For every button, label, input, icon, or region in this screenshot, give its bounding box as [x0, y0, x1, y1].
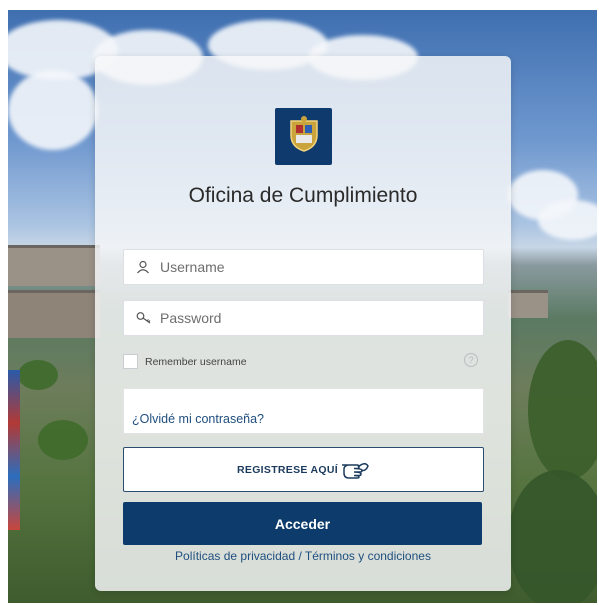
question-circle-icon[interactable]: ? [464, 353, 478, 367]
password-input[interactable] [158, 309, 462, 327]
forgot-password-link[interactable]: ¿Olvidé mi contraseña? [132, 412, 264, 426]
password-field[interactable] [123, 300, 484, 336]
register-label: REGISTRESE AQUÍ [237, 463, 338, 476]
page-title: Oficina de Cumplimiento [188, 184, 418, 207]
policies-link[interactable]: Políticas de privacidad / Términos y con… [95, 549, 511, 563]
remember-label: Remember username [145, 355, 247, 368]
remember-username[interactable]: Remember username [123, 354, 247, 369]
university-crest-icon [287, 115, 321, 158]
forgot-password-box: ¿Olvidé mi contraseña? [123, 388, 484, 434]
login-button[interactable]: Acceder [123, 502, 482, 545]
pointing-hand-icon [338, 457, 370, 482]
username-input[interactable] [158, 258, 462, 276]
university-logo [275, 108, 332, 165]
register-button[interactable]: REGISTRESE AQUÍ [123, 447, 484, 492]
user-icon [136, 259, 152, 275]
login-card: Oficina de Cumplimiento Remember usernam… [95, 56, 511, 591]
key-icon [136, 310, 152, 326]
username-field[interactable] [123, 249, 484, 285]
remember-checkbox[interactable] [123, 354, 138, 369]
